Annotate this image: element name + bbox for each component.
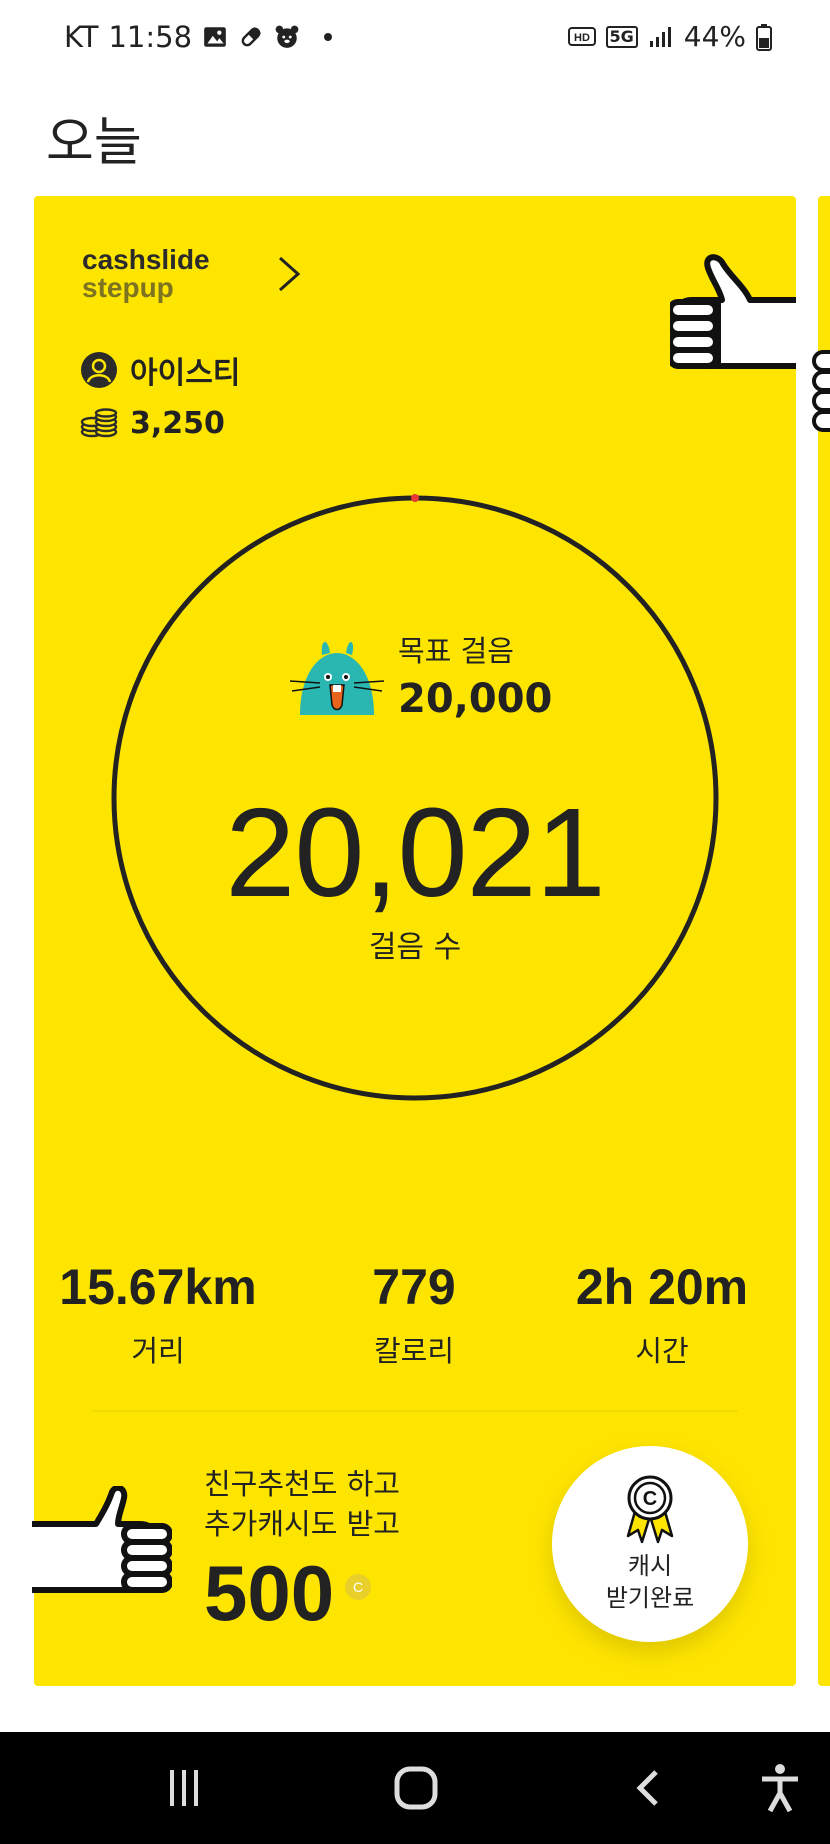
- promo-line2: 추가캐시도 받고: [204, 1507, 400, 1541]
- bunny-mascot-icon: [290, 641, 384, 715]
- page-title: 오늘: [46, 113, 142, 173]
- stat-label: 거리: [131, 1334, 185, 1368]
- svg-text:HD: HD: [574, 32, 590, 44]
- user-name: 아이스티: [130, 356, 241, 391]
- recents-button[interactable]: [154, 1762, 214, 1814]
- logo-line1: cashslide: [82, 244, 210, 275]
- recents-icon: [170, 1770, 198, 1806]
- system-nav-bar: [0, 1732, 830, 1844]
- progress-marker: [411, 494, 419, 502]
- stat-distance: 15.67km 거리: [28, 1258, 288, 1370]
- cash-button-line1: 캐시: [627, 1552, 673, 1580]
- stat-value: 15.67km: [59, 1259, 257, 1315]
- goal-block: 목표 걸음 20,000: [290, 628, 552, 722]
- thumbs-up-icon: [670, 254, 796, 369]
- svg-text:C: C: [643, 1488, 657, 1510]
- user-avatar-icon: [81, 352, 117, 388]
- thumbs-up-icon: [32, 1486, 172, 1593]
- referral-promo[interactable]: 친구추천도 하고 추가캐시도 받고 500 C: [204, 1464, 400, 1639]
- accessibility-icon: [762, 1764, 798, 1813]
- step-count: 20,021: [225, 782, 605, 923]
- step-count-label: 걸음 수: [368, 930, 462, 965]
- status-right: HD 5G 44%: [567, 20, 772, 53]
- alarm-bear-icon: [275, 25, 299, 48]
- stat-time: 2h 20m 시간: [532, 1258, 792, 1370]
- coins-icon: [80, 407, 118, 437]
- accessibility-button[interactable]: [750, 1762, 810, 1814]
- status-left: KT 11:58: [64, 20, 333, 54]
- goal-value: 20,000: [398, 676, 553, 722]
- stat-label: 칼로리: [373, 1334, 455, 1368]
- promo-line1: 친구추천도 하고: [204, 1467, 400, 1501]
- collect-cash-button[interactable]: C 캐시 받기완료: [552, 1446, 748, 1642]
- cash-coin-icon: C: [345, 1573, 372, 1600]
- user-row: 아이스티: [80, 348, 240, 392]
- back-icon: [636, 1770, 658, 1806]
- stat-calories: 779 칼로리: [284, 1258, 544, 1370]
- back-button[interactable]: [620, 1762, 680, 1814]
- promo-value: 500: [204, 1549, 335, 1637]
- promo-amount: 500 C: [204, 1548, 400, 1639]
- clock: 11:58: [108, 20, 193, 54]
- chevron-right-icon[interactable]: [268, 254, 308, 294]
- stat-label: 시간: [635, 1334, 689, 1368]
- logo-line2: stepup: [82, 272, 174, 303]
- pill-icon: [241, 27, 262, 47]
- home-icon: [394, 1766, 438, 1810]
- hd-voice-icon: HD: [567, 26, 596, 46]
- thumbs-up-peek-icon: [812, 350, 830, 432]
- svg-text:C: C: [353, 1579, 363, 1595]
- home-button[interactable]: [386, 1762, 446, 1814]
- stepup-card[interactable]: cashslide stepup 아이스티 3,250 목표 걸음 20,000…: [32, 196, 796, 1686]
- battery-percent: 44%: [683, 20, 746, 53]
- stat-value: 2h 20m: [575, 1259, 749, 1315]
- signal-icon: [649, 26, 671, 47]
- gallery-icon: [204, 27, 226, 47]
- status-bar: KT 11:58 HD 5G 44%: [0, 0, 830, 76]
- stat-value: 779: [372, 1259, 456, 1315]
- carrier-label: KT: [64, 20, 99, 54]
- battery-icon: [756, 23, 772, 51]
- coin-balance: 3,250: [130, 406, 225, 441]
- notification-dot: [324, 33, 333, 41]
- coin-row: 3,250: [80, 406, 225, 441]
- cash-button-line2: 받기완료: [605, 1584, 695, 1612]
- goal-label: 목표 걸음: [398, 634, 514, 668]
- cashslide-stepup-logo[interactable]: cashslide stepup: [82, 246, 210, 302]
- divider: [92, 1410, 738, 1412]
- network-type: 5G: [605, 25, 638, 48]
- medal-icon: C: [626, 1475, 674, 1544]
